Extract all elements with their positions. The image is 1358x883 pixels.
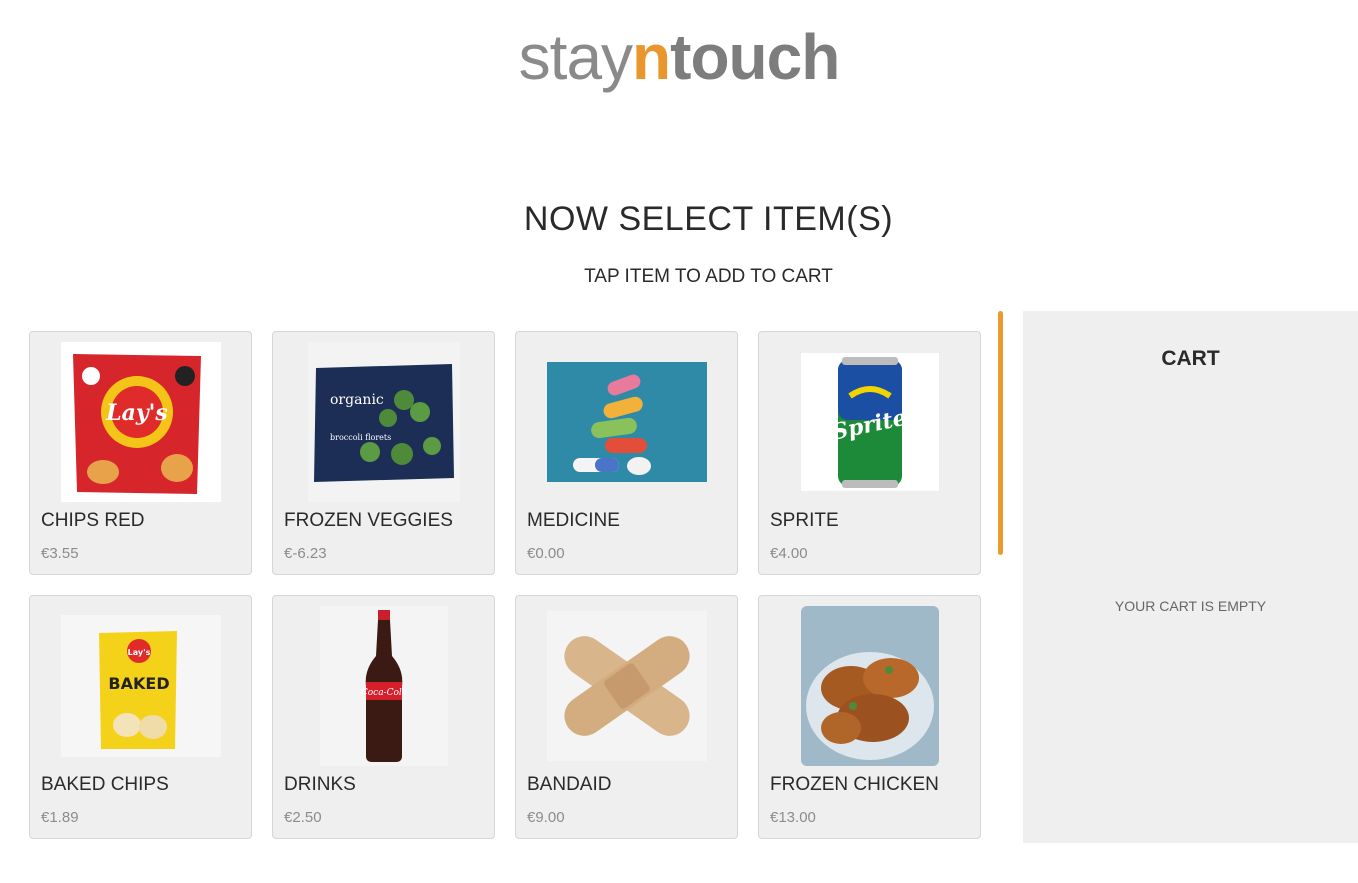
product-name: FROZEN VEGGIES: [284, 510, 453, 531]
logo-text-stay: stay: [518, 21, 633, 93]
product-name: MEDICINE: [527, 510, 620, 531]
product-card-chips-red[interactable]: Lay's CHIPS RED €3.55: [29, 331, 252, 575]
product-name: BAKED CHIPS: [41, 774, 169, 795]
product-card-frozen-veggies[interactable]: organic broccoli florets FROZEN VEGGIES …: [272, 331, 495, 575]
product-price: €-6.23: [284, 545, 327, 562]
fried-chicken-icon: [759, 606, 980, 766]
product-card-medicine[interactable]: MEDICINE €0.00: [515, 331, 738, 575]
product-price: €9.00: [527, 809, 565, 826]
pills-icon: [516, 342, 737, 502]
cart-empty-message: YOUR CART IS EMPTY: [1114, 598, 1267, 614]
logo-text-n: n: [632, 21, 671, 93]
chips-bag-yellow-icon: Lay's BAKED: [30, 606, 251, 766]
product-list-scrollbar[interactable]: [998, 311, 1003, 555]
page-subtitle: TAP ITEM TO ADD TO CART: [584, 266, 833, 287]
product-price: €1.89: [41, 809, 79, 826]
page-title: NOW SELECT ITEM(S): [523, 200, 894, 238]
product-card-sprite[interactable]: Sprite SPRITE €4.00: [758, 331, 981, 575]
product-card-bandaid[interactable]: BANDAID €9.00: [515, 595, 738, 839]
soda-can-icon: Sprite: [759, 342, 980, 502]
product-name: DRINKS: [284, 774, 356, 795]
product-card-drinks[interactable]: Coca-Cola DRINKS €2.50: [272, 595, 495, 839]
product-price: €0.00: [527, 545, 565, 562]
product-name: FROZEN CHICKEN: [770, 774, 939, 795]
svg-text:organic: organic: [330, 392, 384, 408]
product-name: BANDAID: [527, 774, 612, 795]
svg-text:Coca-Cola: Coca-Cola: [360, 688, 406, 698]
bandage-icon: [516, 606, 737, 766]
logo-text-touch: touch: [670, 21, 840, 93]
cola-bottle-icon: Coca-Cola: [273, 606, 494, 766]
chips-bag-red-icon: Lay's: [30, 342, 251, 502]
svg-text:BAKED: BAKED: [108, 674, 169, 693]
svg-text:Lay's: Lay's: [105, 400, 168, 426]
product-card-frozen-chicken[interactable]: FROZEN CHICKEN €13.00: [758, 595, 981, 839]
product-price: €13.00: [770, 809, 816, 826]
cart-title: CART: [1161, 347, 1220, 370]
product-name: CHIPS RED: [41, 510, 145, 531]
product-price: €3.55: [41, 545, 79, 562]
svg-text:broccoli florets: broccoli florets: [330, 433, 391, 442]
brand-logo: stayntouch: [0, 22, 1358, 92]
product-card-baked-chips[interactable]: Lay's BAKED BAKED CHIPS €1.89: [29, 595, 252, 839]
cart-panel: CART YOUR CART IS EMPTY: [1023, 311, 1358, 843]
svg-text:Lay's: Lay's: [127, 648, 150, 657]
product-price: €2.50: [284, 809, 322, 826]
product-name: SPRITE: [770, 510, 839, 531]
frozen-broccoli-bag-icon: organic broccoli florets: [273, 342, 494, 502]
product-price: €4.00: [770, 545, 808, 562]
